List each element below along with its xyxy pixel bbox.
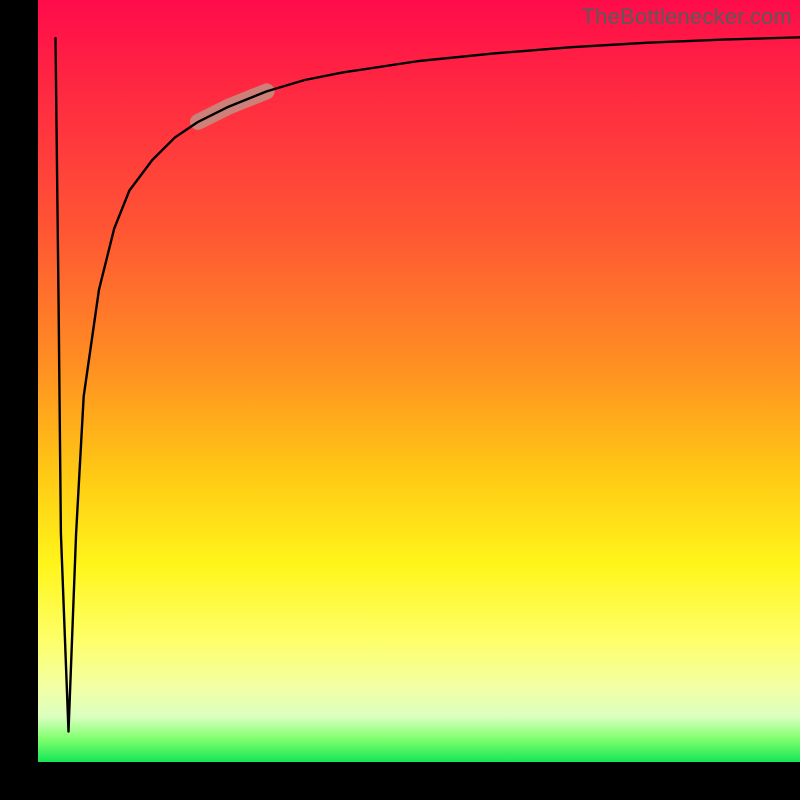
plot-area: TheBottlenecker.com: [38, 0, 800, 762]
axis-y-frame: [0, 0, 38, 800]
watermark-text: TheBottlenecker.com: [582, 4, 792, 30]
axis-x-frame: [0, 762, 800, 800]
curve-path: [56, 37, 800, 731]
chart-stage: TheBottlenecker.com: [0, 0, 800, 800]
curve-highlight: [198, 91, 267, 122]
curve-layer: [38, 0, 800, 762]
